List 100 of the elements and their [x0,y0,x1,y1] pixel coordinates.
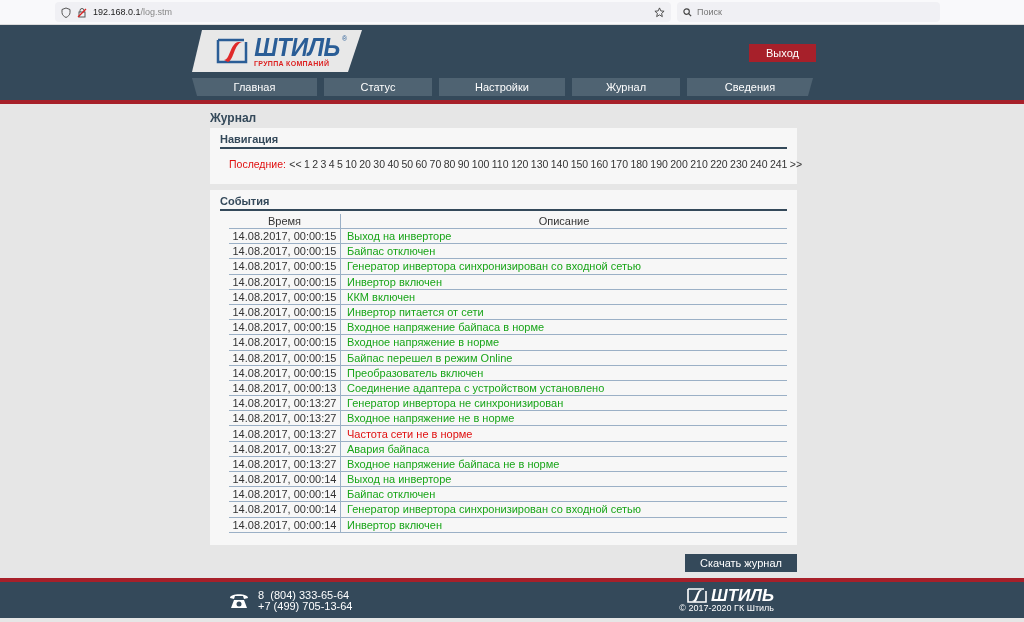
table-cell: 14.08.2017, 00:00:15 [229,289,341,305]
page-link[interactable]: << [289,158,302,170]
table-cell: 14.08.2017, 00:00:15 [229,258,341,275]
column-header: Описание [340,214,787,229]
page-link[interactable]: 110 [491,158,509,170]
table-cell: Генератор инвертора синхронизирован со входной сетью [340,258,787,275]
star-icon[interactable] [654,6,665,18]
table-cell: 14.08.2017, 00:00:13 [229,380,341,396]
table-cell: Преобразователь включен [340,365,787,381]
page-link[interactable]: 241 [769,158,788,170]
column-header: Время [229,214,341,229]
table-cell: ККМ включен [340,289,787,305]
logo-name: ШТИЛЬ [254,34,340,60]
page-link[interactable]: 210 [690,158,708,170]
page-link[interactable]: 20 [359,158,371,170]
table-cell: 14.08.2017, 00:13:27 [229,456,341,472]
table-cell: 14.08.2017, 00:00:15 [229,274,341,290]
page-link[interactable]: 120 [510,158,529,170]
table-cell: 14.08.2017, 00:00:15 [229,243,341,259]
page-link[interactable]: 2 [312,158,319,170]
download-log-button[interactable]: Скачать журнал [685,553,797,572]
phone-number: 8 (804) 333-65-64 [258,589,351,601]
page-link[interactable]: >> [789,158,803,170]
url-text[interactable]: 192.168.0.1/log.stm [93,7,173,17]
table-cell: 14.08.2017, 00:13:27 [229,395,341,411]
table-cell: 14.08.2017, 00:00:15 [229,228,341,244]
table-cell: Выход на инверторе [340,228,787,244]
table-cell: Генератор инвертора синхронизирован со входной сетью [340,501,787,518]
table-cell: Инвертор включен [340,274,787,290]
nav-tab[interactable]: Главная [192,78,317,96]
page-title: Журнал [210,111,258,125]
table-cell: Частота сети не в норме [340,425,787,442]
logout-button[interactable]: Выход [749,44,816,62]
page-link[interactable]: 180 [630,158,648,170]
table-cell: Генератор инвертора не синхронизирован [340,395,787,411]
page-link[interactable]: 230 [730,158,748,170]
nav-tab[interactable]: Журнал [572,78,680,96]
page-link[interactable]: 170 [610,158,629,170]
table-cell: 14.08.2017, 00:13:27 [229,410,341,426]
nav-tab[interactable]: Статус [324,78,432,96]
table-cell: 14.08.2017, 00:00:14 [229,501,341,518]
page-link[interactable]: 190 [650,158,668,170]
table-cell: 14.08.2017, 00:00:14 [229,471,341,487]
page-link[interactable]: 150 [570,158,589,170]
page-link[interactable]: 130 [530,158,549,170]
phone-number: +7 (499) 705-13-64 [258,600,353,612]
search-input[interactable]: Поиск [697,7,934,17]
lock-warning-icon[interactable] [77,6,87,18]
table-cell: Байпас перешел в режим Online [340,350,787,366]
logo-emblem-icon [216,38,248,64]
table-cell: 14.08.2017, 00:00:14 [229,486,341,502]
nav-tab[interactable]: Настройки [439,78,565,96]
section-heading: Навигация [220,132,787,149]
page-link[interactable]: 10 [345,158,357,170]
table-cell: Входное напряжение байпаса не в норме [340,456,787,472]
table-cell: Входное напряжение байпаса в норме [340,319,787,335]
table-cell: Авария байпаса [340,441,787,457]
table-cell: Байпас отключен [340,486,787,502]
table-cell: 14.08.2017, 00:00:15 [229,350,341,366]
page-link[interactable]: 4 [328,158,335,170]
pagination-label: Последние: [229,158,286,170]
page-link[interactable]: 30 [373,158,385,170]
page-link[interactable]: 3 [320,158,327,170]
nav-tab[interactable]: Сведения [687,78,813,96]
table-cell: 14.08.2017, 00:00:15 [229,304,341,320]
telephone-icon [229,592,249,609]
table-cell: Инвертор питается от сети [340,304,787,320]
address-bar[interactable]: 192.168.0.1/log.stm [55,2,671,22]
page-link[interactable]: 70 [429,158,442,170]
table-cell: 14.08.2017, 00:00:15 [229,319,341,335]
page-link[interactable]: 80 [443,158,456,170]
table-cell: 14.08.2017, 00:00:15 [229,334,341,350]
page-link[interactable]: 90 [457,158,470,170]
copyright-text: © 2017-2020 ГК Штиль [679,603,774,613]
table-cell: 14.08.2017, 00:00:14 [229,517,341,533]
table-cell: Байпас отключен [340,243,787,259]
table-cell: Соединение адаптера с устройством установлено [340,380,787,396]
page-link[interactable]: 100 [471,158,490,170]
page-link[interactable]: 40 [387,158,400,170]
table-cell: Входное напряжение не в норме [340,410,787,426]
page-link[interactable]: 5 [336,158,343,170]
search-field[interactable]: Поиск [677,2,940,22]
page-link[interactable]: 240 [749,158,768,170]
page-link[interactable]: 1 [303,158,310,170]
table-cell: 14.08.2017, 00:13:27 [229,441,341,457]
footer-logo-name: ШТИЛЬ [711,588,774,603]
table-cell: Входное напряжение в норме [340,334,787,350]
table-cell: Выход на инверторе [340,471,787,487]
search-icon [683,7,692,17]
page-link[interactable]: 140 [550,158,569,170]
page-link[interactable]: 50 [401,158,414,170]
table-cell: 14.08.2017, 00:13:27 [229,425,341,442]
table-cell: 14.08.2017, 00:00:15 [229,365,341,381]
shield-icon[interactable] [61,6,71,18]
page-link[interactable]: 160 [590,158,609,170]
section-heading: События [220,194,787,211]
page-link[interactable]: 60 [415,158,428,170]
table-cell: Инвертор включен [340,517,787,533]
page-link[interactable]: 200 [670,158,688,170]
page-link[interactable]: 220 [710,158,728,170]
